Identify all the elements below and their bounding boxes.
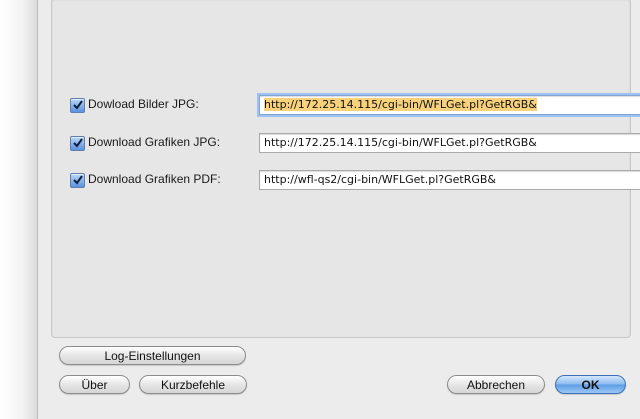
checkbox-grafiken-pdf[interactable] [70, 173, 85, 188]
checkbox-bilder-jpg[interactable] [70, 98, 85, 113]
settings-group-box: Dowload Bilder JPG: http://172.25.14.115… [51, 0, 640, 338]
url-text-bilder-jpg: http://172.25.14.115/cgi-bin/WFLGet.pl?G… [264, 98, 537, 111]
ok-button[interactable]: OK [555, 375, 626, 394]
checkmark-icon [73, 175, 83, 185]
url-field-grafiken-jpg[interactable]: http://172.25.14.115/cgi-bin/WFLGet.pl?G… [259, 133, 640, 153]
checkmark-icon [73, 100, 83, 110]
label-bilder-jpg: Dowload Bilder JPG: [88, 97, 199, 111]
download-row-grafiken-jpg: Download Grafiken JPG: http://172.25.14.… [70, 133, 640, 155]
url-text-grafiken-pdf: http://wfl-qs2/cgi-bin/WFLGet.pl?GetRGB& [264, 173, 496, 186]
label-grafiken-pdf: Download Grafiken PDF: [88, 172, 221, 186]
checkmark-icon [73, 138, 83, 148]
log-settings-button[interactable]: Log-Einstellungen [59, 346, 246, 365]
about-button[interactable]: Über [59, 375, 130, 394]
dialog-panel: Dowload Bilder JPG: http://172.25.14.115… [37, 0, 640, 419]
shortcuts-button[interactable]: Kurzbefehle [139, 375, 247, 394]
url-field-bilder-jpg[interactable]: http://172.25.14.115/cgi-bin/WFLGet.pl?G… [259, 95, 640, 115]
download-row-bilder-jpg: Dowload Bilder JPG: http://172.25.14.115… [70, 95, 640, 117]
cancel-button[interactable]: Abbrechen [447, 375, 545, 394]
download-row-grafiken-pdf: Download Grafiken PDF: http://wfl-qs2/cg… [70, 170, 640, 192]
url-field-grafiken-pdf[interactable]: http://wfl-qs2/cgi-bin/WFLGet.pl?GetRGB& [259, 170, 640, 190]
checkbox-grafiken-jpg[interactable] [70, 136, 85, 151]
window-edge [0, 0, 37, 419]
label-grafiken-jpg: Download Grafiken JPG: [88, 135, 221, 149]
url-text-grafiken-jpg: http://172.25.14.115/cgi-bin/WFLGet.pl?G… [264, 136, 537, 149]
